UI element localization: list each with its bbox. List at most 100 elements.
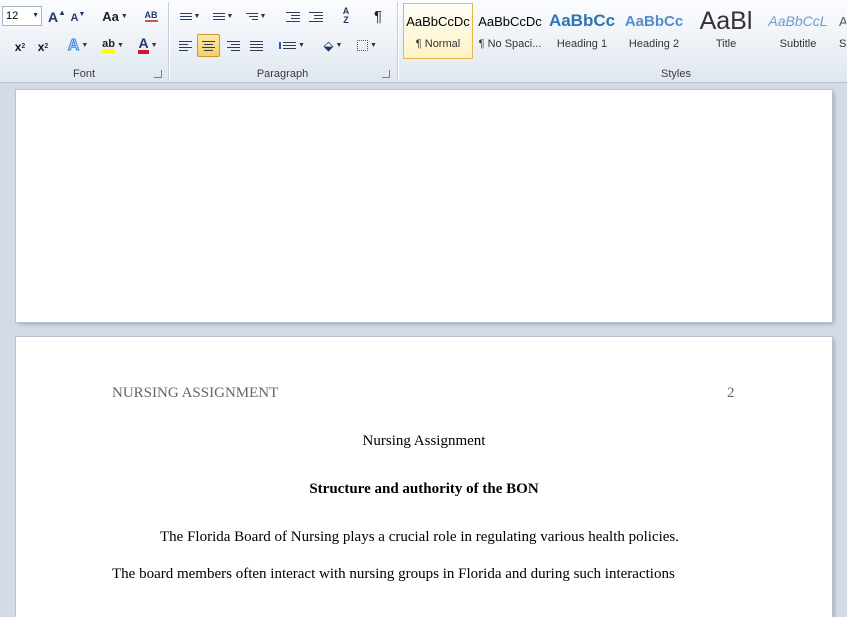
- style-sample: AaBbCcL: [768, 13, 828, 29]
- sort-icon-z: Z: [343, 14, 349, 25]
- style-heading-2[interactable]: AaBbCc Heading 2: [619, 3, 689, 59]
- font-color-button[interactable]: A ▼: [132, 35, 164, 56]
- superscript-button[interactable]: x2: [33, 36, 53, 57]
- line-spacing-button[interactable]: ▼: [277, 35, 307, 56]
- align-left-icon: [178, 40, 192, 51]
- style-no-spacing[interactable]: AaBbCcDc ¶ No Spaci...: [475, 3, 545, 59]
- font-color-icon: A: [138, 36, 149, 54]
- dialog-launcher-icon[interactable]: [154, 70, 162, 78]
- font-size-box[interactable]: 12 ▼: [2, 6, 42, 26]
- shrink-font-label: A: [70, 11, 79, 24]
- styles-group-label: Styles: [661, 68, 691, 80]
- body-paragraph-line: The Florida Board of Nursing plays a cru…: [160, 529, 680, 545]
- align-right-button[interactable]: [222, 35, 244, 56]
- borders-icon: [357, 40, 369, 51]
- document-page-1[interactable]: [16, 90, 832, 322]
- grow-font-button[interactable]: A ▲: [47, 6, 67, 27]
- decrease-indent-button[interactable]: [283, 6, 303, 27]
- style-name: Subtitle: [779, 38, 817, 50]
- document-title: Nursing Assignment: [362, 433, 486, 449]
- highlight-button[interactable]: ab ▼: [97, 35, 129, 56]
- chevron-down-icon: ▼: [335, 42, 343, 49]
- shrink-font-button[interactable]: A ▼: [69, 7, 87, 28]
- align-center-button[interactable]: [197, 34, 220, 57]
- style-name: Heading 1: [556, 38, 608, 50]
- paragraph-group-label: Paragraph: [256, 68, 309, 80]
- show-formatting-button[interactable]: ¶: [368, 6, 388, 27]
- page-number: 2: [727, 385, 735, 401]
- chevron-down-icon[interactable]: ▼: [32, 12, 39, 19]
- align-center-icon: [202, 40, 215, 51]
- clear-formatting-button[interactable]: AB: [140, 6, 162, 27]
- section-heading: Structure and authority of the BON: [309, 481, 539, 497]
- increase-indent-button[interactable]: [306, 6, 326, 27]
- styles-gallery: AaBbCcDc ¶ Normal AaBbCcDc ¶ No Spaci...…: [403, 3, 847, 61]
- document-page-2[interactable]: NURSING ASSIGNMENT 2 Nursing Assignment …: [16, 337, 832, 617]
- style-name: Title: [715, 38, 737, 50]
- subscript-mark: 2: [21, 43, 26, 50]
- style-name: Heading 2: [628, 38, 680, 50]
- arrow-down-icon: ▼: [78, 11, 86, 18]
- ribbon: 12 ▼ A▲ A▼ Aa▼ AB x2 x2 A▼ ab▼ A▼: [0, 0, 847, 83]
- style-sample: AaBl: [699, 6, 753, 35]
- style-sample: AaBbCc: [624, 12, 684, 30]
- chevron-down-icon: ▼: [116, 42, 124, 49]
- increase-indent-icon: [309, 11, 323, 22]
- superscript-label: x: [37, 39, 45, 54]
- style-name: ¶ Normal: [415, 38, 461, 50]
- style-name: S: [839, 38, 846, 50]
- chevron-down-icon: ▼: [298, 42, 305, 49]
- font-size-value: 12: [6, 10, 19, 22]
- subscript-label: x: [14, 39, 22, 54]
- multilevel-list-button[interactable]: ▼: [241, 6, 271, 27]
- bullets-button[interactable]: ▼: [175, 6, 205, 27]
- justify-icon: [249, 40, 263, 51]
- change-case-label: Aa: [102, 9, 119, 24]
- style-normal[interactable]: AaBbCcDc ¶ Normal: [403, 3, 473, 59]
- font-group-label: Font: [72, 68, 95, 80]
- align-right-icon: [226, 40, 240, 51]
- subscript-button[interactable]: x2: [10, 36, 30, 57]
- text-effects-icon: A: [67, 36, 80, 54]
- highlight-icon: ab: [102, 38, 115, 53]
- body-paragraph-line: The board members often interact with nu…: [112, 566, 675, 582]
- style-name: ¶ No Spaci...: [478, 38, 542, 50]
- group-divider: [397, 2, 398, 80]
- align-left-button[interactable]: [174, 35, 196, 56]
- multilevel-list-icon: [245, 13, 258, 20]
- bullets-icon: [179, 13, 192, 20]
- chevron-down-icon: ▼: [226, 13, 234, 20]
- pilcrow-icon: ¶: [373, 8, 383, 25]
- chevron-down-icon: ▼: [150, 42, 158, 49]
- style-subtitle[interactable]: AaBbCcL Subtitle: [763, 3, 833, 59]
- clear-formatting-icon: AB: [144, 10, 158, 22]
- grow-font-label: A: [47, 8, 59, 25]
- chevron-down-icon: ▼: [120, 13, 128, 20]
- justify-button[interactable]: [245, 35, 267, 56]
- borders-button[interactable]: ▼: [352, 35, 382, 56]
- chevron-down-icon: ▼: [370, 42, 377, 49]
- style-heading-1[interactable]: AaBbCc Heading 1: [547, 3, 617, 59]
- numbering-button[interactable]: ▼: [208, 6, 238, 27]
- dialog-launcher-icon[interactable]: [382, 70, 390, 78]
- paint-bucket-icon: ⬙: [323, 37, 334, 53]
- style-sample: AaBbCcDc: [478, 13, 542, 29]
- shading-button[interactable]: ⬙ ▼: [318, 35, 348, 56]
- line-spacing-icon: [279, 42, 297, 49]
- decrease-indent-icon: [286, 11, 300, 22]
- chevron-down-icon: ▼: [259, 13, 267, 20]
- chevron-down-icon: ▼: [193, 13, 201, 20]
- superscript-mark: 2: [44, 43, 49, 50]
- paragraph-group: ▼ ▼ ▼ AZ ¶ ▼ ⬙ ▼ ▼ Paragraph: [169, 0, 396, 82]
- sort-button[interactable]: AZ: [335, 5, 357, 26]
- style-sample: AaBbCc: [548, 11, 616, 30]
- arrow-up-icon: ▲: [58, 8, 67, 17]
- style-sample: A: [836, 4, 846, 38]
- style-title[interactable]: AaBl Title: [691, 3, 761, 59]
- page-header-title: NURSING ASSIGNMENT: [112, 385, 279, 401]
- change-case-button[interactable]: Aa ▼: [100, 6, 130, 27]
- font-group: 12 ▼ A▲ A▼ Aa▼ AB x2 x2 A▼ ab▼ A▼: [0, 0, 168, 82]
- style-subtle-emphasis[interactable]: A S: [835, 3, 847, 59]
- style-sample: AaBbCcDc: [406, 13, 470, 29]
- text-effects-button[interactable]: A ▼: [63, 35, 93, 56]
